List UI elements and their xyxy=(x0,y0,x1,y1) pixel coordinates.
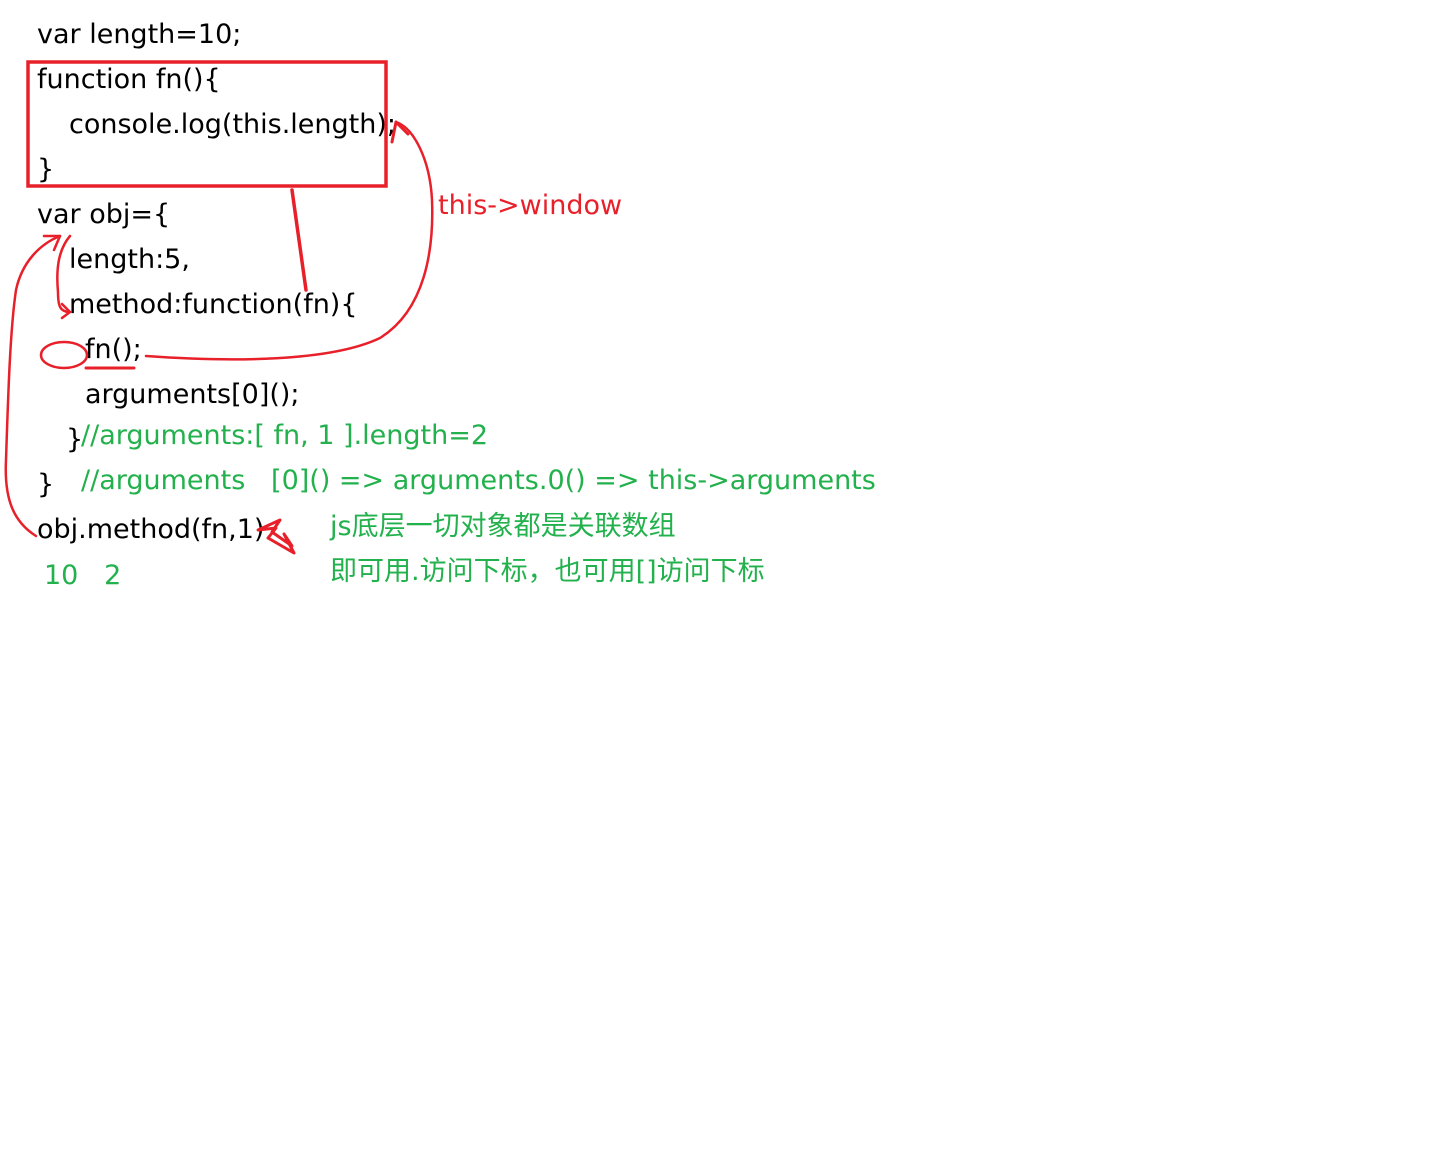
code-line-11: } xyxy=(37,469,55,500)
code-line-3: console.log(this.length); xyxy=(69,109,396,140)
note-associative-array: js底层一切对象都是关联数组 xyxy=(330,511,676,542)
code-line-7: method:function(fn){ xyxy=(69,289,358,320)
code-line-8: fn(); xyxy=(85,334,142,365)
comment-arguments-call: //arguments [0]() => arguments.0() => th… xyxy=(81,465,876,496)
code-line-12: obj.method(fn,1) xyxy=(37,514,265,545)
code-line-9: arguments[0](); xyxy=(85,379,300,410)
code-line-4: } xyxy=(37,154,55,185)
box-connector-line xyxy=(290,188,308,292)
note-access-index: 即可用.访问下标，也可用[]访问下标 xyxy=(330,556,765,587)
call-marker-circle xyxy=(39,340,89,370)
code-line-1: var length=10; xyxy=(37,19,242,50)
code-canvas: var length=10; function fn(){ console.lo… xyxy=(0,0,1434,1150)
this-window-label: this->window xyxy=(438,190,623,221)
code-line-5: var obj={ xyxy=(37,199,171,230)
output-values: 10 2 xyxy=(44,560,122,591)
code-line-6: length:5, xyxy=(69,244,190,275)
code-line-2: function fn(){ xyxy=(37,64,221,95)
this-window-arrow xyxy=(144,120,434,361)
comment-arguments-array: //arguments:[ fn, 1 ].length=2 xyxy=(81,420,489,451)
call-to-obj-arrowhead xyxy=(42,234,62,252)
